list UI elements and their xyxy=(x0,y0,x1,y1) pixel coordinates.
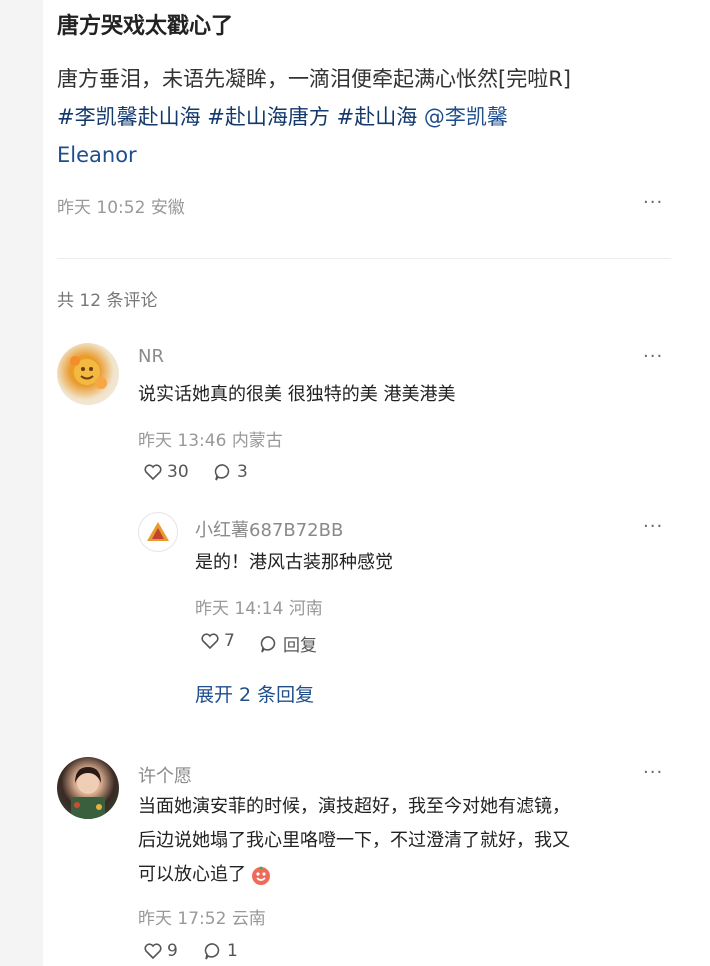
comment-meta: 昨天 13:46 内蒙古 xyxy=(138,426,283,451)
post-title: 唐方哭戏太戳心了 xyxy=(57,14,234,39)
like-count: 30 xyxy=(167,462,189,482)
comment-location: 内蒙古 xyxy=(231,431,283,451)
comment-text: 说实话她真的很美 很独特的美 港美港美 xyxy=(138,384,456,405)
reply-count: 1 xyxy=(227,941,238,961)
comment-bubble-icon xyxy=(213,463,233,481)
divider xyxy=(57,258,671,259)
reply-button[interactable]: 1 xyxy=(203,941,238,961)
avatar[interactable] xyxy=(138,512,178,552)
reply-meta: 昨天 14:14 河南 xyxy=(195,594,323,619)
comment-author[interactable]: 许个愿 xyxy=(138,762,192,788)
reply-button[interactable]: 3 xyxy=(213,462,248,482)
reply-label: 回复 xyxy=(283,636,317,656)
mention-link[interactable]: @李凯馨 xyxy=(424,105,508,129)
hashtag-3[interactable]: #赴山海 xyxy=(337,105,418,129)
comment-more-icon[interactable]: ··· xyxy=(643,762,663,783)
hashtag-2[interactable]: #赴山海唐方 xyxy=(207,105,330,129)
comment-time: 昨天 13:46 xyxy=(138,431,227,451)
comment-line: 后边说她塌了我心里咯噔一下，不过澄清了就好，我又 xyxy=(138,830,570,851)
like-button[interactable]: 7 xyxy=(200,631,235,651)
avatar[interactable] xyxy=(57,343,119,405)
like-count: 9 xyxy=(167,941,178,961)
comment-bubble-icon xyxy=(203,942,223,960)
reply-count: 3 xyxy=(237,462,248,482)
comment-time: 昨天 17:52 xyxy=(138,909,227,929)
post-location: 安徽 xyxy=(150,198,185,218)
comment-text: 当面她演安菲的时候，演技超好，我至今对她有滤镜， 后边说她塌了我心里咯噔一下，不… xyxy=(138,790,570,892)
hashtag-1[interactable]: #李凯馨赴山海 xyxy=(57,105,201,129)
comment-author[interactable]: NR xyxy=(138,346,164,367)
comment-meta: 昨天 17:52 云南 xyxy=(138,904,266,929)
post-meta: 昨天 10:52 安徽 xyxy=(57,193,185,218)
reply-text: 是的！港风古装那种感觉 xyxy=(195,552,393,573)
like-button[interactable]: 9 xyxy=(143,941,178,961)
comment-more-icon[interactable]: ··· xyxy=(643,346,663,367)
comment-line: 当面她演安菲的时候，演技超好，我至今对她有滤镜， xyxy=(138,796,570,817)
heart-icon xyxy=(143,942,163,960)
comments-count: 共 12 条评论 xyxy=(57,291,158,311)
reply-button[interactable]: 回复 xyxy=(259,631,317,656)
reply-time: 昨天 14:14 xyxy=(195,599,284,619)
reply-more-icon[interactable]: ··· xyxy=(643,516,663,537)
post-body: 唐方垂泪，未语先凝眸，一滴泪便牵起满心怅然[完啦R] #李凯馨赴山海 #赴山海唐… xyxy=(57,60,677,174)
reply-location: 河南 xyxy=(288,599,323,619)
post-text: 唐方垂泪，未语先凝眸，一滴泪便牵起满心怅然[完啦R] xyxy=(57,67,571,91)
like-button[interactable]: 30 xyxy=(143,462,189,482)
post-more-icon[interactable]: ··· xyxy=(643,192,663,213)
comment-location: 云南 xyxy=(231,909,266,929)
heart-icon xyxy=(143,463,163,481)
mention-link-cont[interactable]: Eleanor xyxy=(57,143,137,167)
emoji-icon xyxy=(250,864,272,886)
reply-author[interactable]: 小红薯687B72BB xyxy=(195,516,343,542)
like-count: 7 xyxy=(224,631,235,651)
comment-line-last: 可以放心追了 xyxy=(138,858,570,892)
note-card: 唐方哭戏太戳心了 唐方垂泪，未语先凝眸，一滴泪便牵起满心怅然[完啦R] #李凯馨… xyxy=(43,0,710,966)
avatar[interactable] xyxy=(57,757,119,819)
expand-replies-button[interactable]: 展开 2 条回复 xyxy=(195,680,314,707)
post-time: 昨天 10:52 xyxy=(57,198,146,218)
comment-bubble-icon xyxy=(259,635,279,653)
heart-icon xyxy=(200,632,220,650)
